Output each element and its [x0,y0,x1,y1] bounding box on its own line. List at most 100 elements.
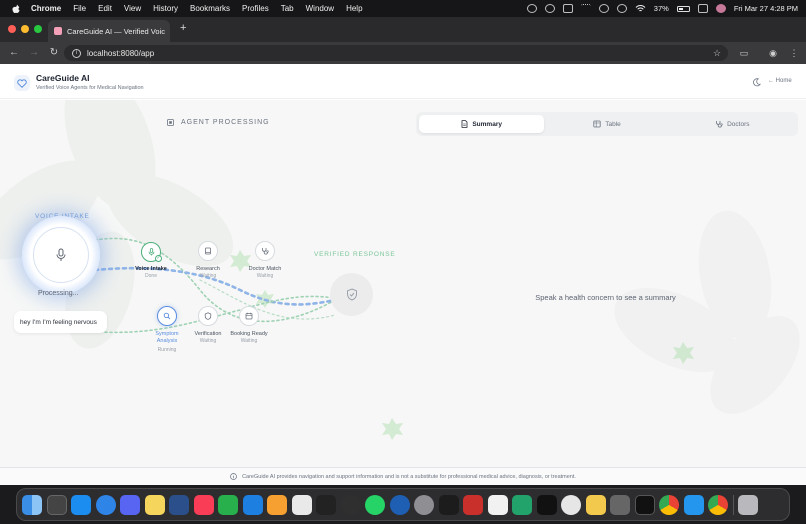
cursor-app-icon[interactable] [316,494,336,515]
results-tabs: Summary Table Doctors [416,112,798,136]
menu-help[interactable]: Help [346,4,362,13]
address-bar[interactable]: i localhost:8080/app [64,45,728,61]
document-icon [461,120,468,128]
site-info-icon[interactable]: i [72,48,81,58]
browser-tab[interactable]: CareGuide AI — Verified Voic ✕ [48,20,170,42]
node-research[interactable] [198,241,218,261]
safari-icon[interactable] [95,494,116,515]
app-viewport: CareGuide AI Verified Voice Agents for M… [0,64,806,485]
node-doctor-match-status: Waiting [256,273,274,279]
whatsapp-icon[interactable] [365,494,385,515]
terminal-icon[interactable] [634,494,655,515]
node-doctor-match-label: Doctor Match [248,266,282,272]
menu-file[interactable]: File [73,4,86,13]
database-app-icon[interactable] [169,494,189,515]
discord-icon[interactable] [120,494,140,515]
tab-table[interactable]: Table [544,115,669,133]
node-symptom-analysis[interactable] [157,306,177,326]
yellow-app-icon[interactable] [585,494,606,515]
menu-view[interactable]: View [124,4,141,13]
wifi-icon[interactable] [635,4,646,13]
signal-app-icon[interactable] [389,494,410,515]
node-verification[interactable] [198,306,218,326]
bookmark-star-icon[interactable]: ☆ [711,47,723,59]
launchpad-icon[interactable] [46,494,67,515]
forward-icon[interactable]: → [28,47,40,59]
menu-kebab-icon[interactable]: ⋮ [788,47,800,59]
siri-icon[interactable] [715,4,726,13]
tab-doctors[interactable]: Doctors [670,115,795,133]
menu-bookmarks[interactable]: Bookmarks [190,4,230,13]
agent-processing-label: AGENT PROCESSING [181,119,270,126]
numbers-icon[interactable] [218,494,238,515]
agent-processing-title: AGENT PROCESSING [166,118,270,127]
side-panel-icon[interactable]: ▭ [738,47,750,59]
chrome-icon[interactable] [659,494,679,515]
finder-icon[interactable] [22,494,42,515]
search-icon [163,312,171,320]
notes-icon[interactable] [144,494,165,515]
activity-monitor-icon[interactable] [438,494,459,515]
red-app-icon[interactable] [463,494,483,515]
close-window-button[interactable] [8,25,16,33]
apple-icon[interactable] [11,4,21,14]
status-icon-1[interactable] [526,4,537,13]
menu-edit[interactable]: Edit [98,4,112,13]
clock[interactable]: Fri Mar 27 4:28 PM [734,4,798,13]
voice-intake-orb[interactable] [22,216,100,294]
tab-summary[interactable]: Summary [419,115,545,133]
verified-response-node[interactable] [330,273,373,316]
creative-app-icon[interactable] [487,494,508,515]
menu-history[interactable]: History [153,4,178,13]
cl-app-icon[interactable] [512,494,532,515]
docker-icon[interactable] [683,494,704,515]
dock-divider [732,494,734,515]
menu-window[interactable]: Window [306,4,334,13]
favicon-icon [54,27,62,35]
url-text[interactable]: localhost:8080/app [87,49,154,58]
tab-table-label: Table [605,120,621,128]
utility-app-icon[interactable] [610,494,630,515]
reload-icon[interactable]: ↻ [48,47,60,59]
pages-icon[interactable] [267,494,287,515]
menu-tab[interactable]: Tab [281,4,294,13]
settings-icon[interactable] [414,494,434,515]
circle-app-icon[interactable] [561,494,581,515]
chrome-canary-icon[interactable] [708,494,728,515]
dots-icon[interactable] [580,4,591,13]
status-icon-3[interactable] [562,4,573,13]
book-icon [205,247,211,255]
node-doctor-match[interactable] [255,241,275,261]
macos-dock [16,488,790,521]
microphone-icon [56,248,66,261]
control-center-icon[interactable] [697,4,708,13]
battery-icon[interactable] [676,5,690,12]
trash-icon[interactable] [738,494,758,515]
stethoscope-icon [262,248,269,255]
node-voice-intake-status: Done [145,273,157,279]
va-app-icon[interactable] [536,494,557,515]
play-icon[interactable] [598,4,609,13]
music-icon[interactable] [193,494,214,515]
browser-tab-strip: CareGuide AI — Verified Voic ✕ + [0,17,806,42]
moon-icon[interactable] [752,78,761,87]
microphone-icon [148,248,154,256]
back-icon[interactable]: ← [8,47,20,59]
menu-profiles[interactable]: Profiles [242,4,269,13]
info-icon[interactable] [616,4,627,13]
preview-icon[interactable] [291,494,312,515]
zoom-window-button[interactable] [34,25,42,33]
node-booking-ready[interactable] [239,306,259,326]
battery-percent: 37% [653,4,669,13]
minimize-window-button[interactable] [21,25,29,33]
status-icon-2[interactable] [544,4,555,13]
mic-button[interactable] [33,227,89,283]
chatgpt-icon[interactable] [340,494,361,515]
app-store-icon[interactable] [71,494,91,515]
menu-app-name[interactable]: Chrome [31,4,61,13]
home-link[interactable]: ← Home [768,78,792,84]
node-voice-intake[interactable]: ✓ [141,242,162,262]
profile-icon[interactable]: ◉ [767,47,779,59]
keynote-icon[interactable] [242,494,263,515]
new-tab-icon[interactable]: + [180,22,186,34]
